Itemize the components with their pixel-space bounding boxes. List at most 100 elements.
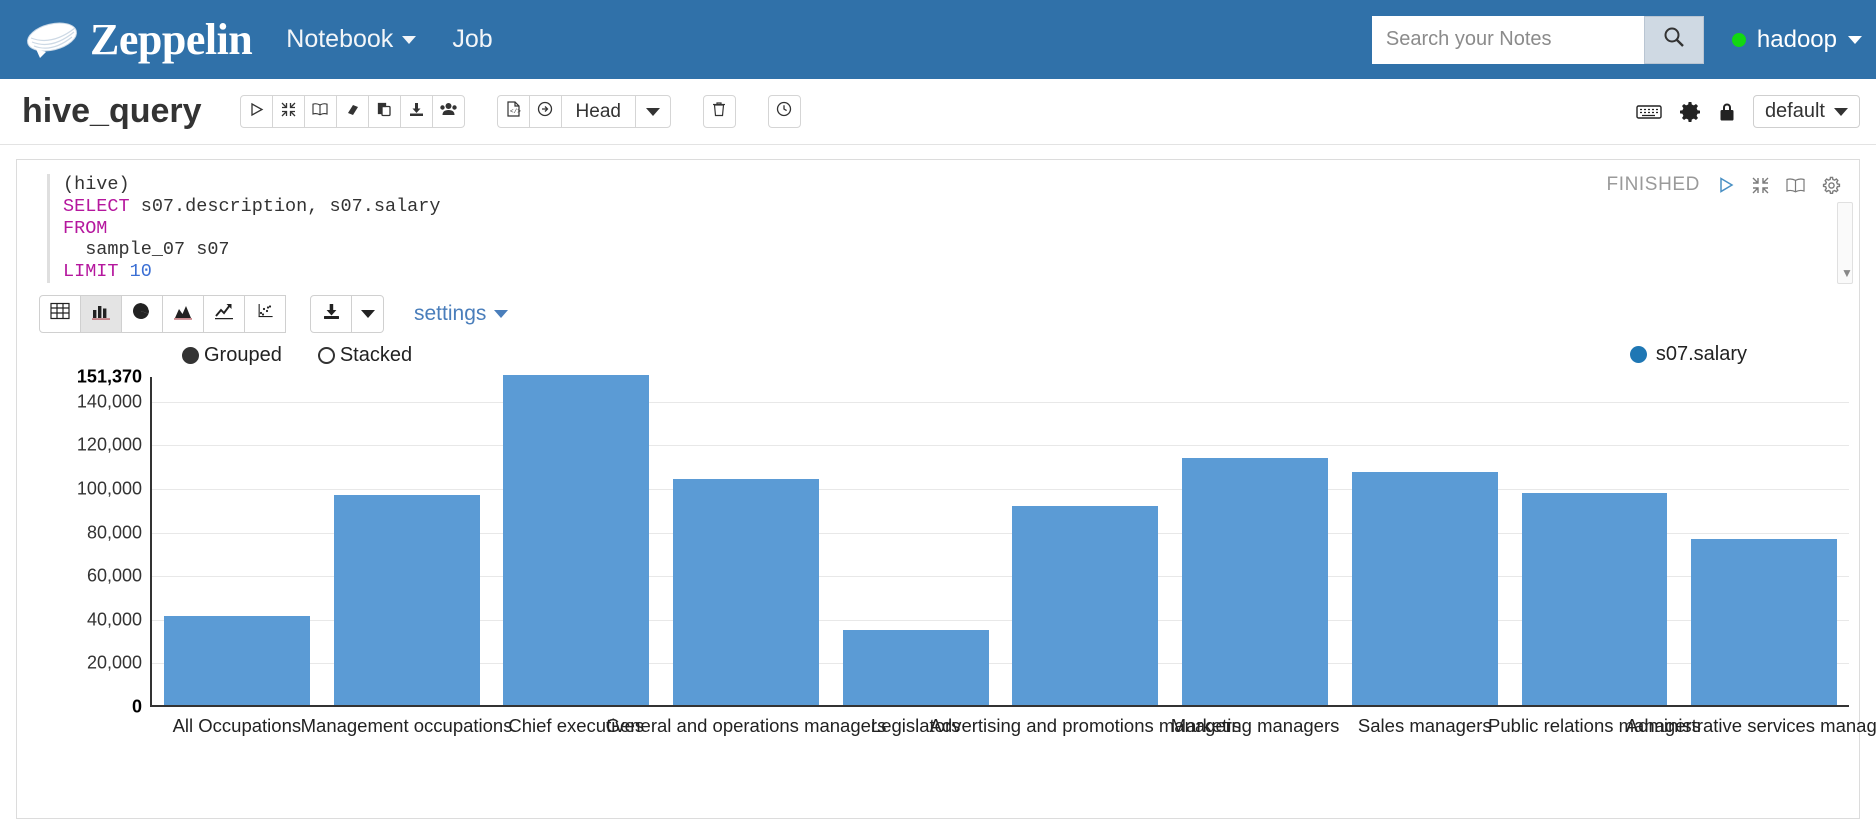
connection-status-dot xyxy=(1732,33,1746,47)
area-chart-icon xyxy=(173,302,193,325)
code-line: sample_07 s07 xyxy=(63,239,1859,261)
bar-slot xyxy=(831,377,1001,705)
page-title[interactable]: hive_query xyxy=(22,92,202,131)
chart-bar[interactable] xyxy=(503,375,649,705)
chart-bar[interactable] xyxy=(673,479,819,705)
chart-bar[interactable] xyxy=(1522,493,1668,705)
bar-chart-viz-button[interactable] xyxy=(80,295,122,333)
chart-bar[interactable] xyxy=(1182,458,1328,705)
line-chart-icon xyxy=(214,302,234,325)
chart-bar[interactable] xyxy=(1352,472,1498,705)
chevron-down-icon xyxy=(1848,36,1862,44)
code-text: (hive)SELECT s07.description, s07.salary… xyxy=(47,174,1859,283)
hide-all-output-button[interactable] xyxy=(272,95,305,128)
interpreter-binding-dropdown[interactable]: default xyxy=(1753,95,1860,128)
x-label-slot: Sales managers xyxy=(1340,713,1510,743)
chart-bar[interactable] xyxy=(1691,539,1837,705)
note-settings-button[interactable] xyxy=(1679,101,1701,123)
chart-bar[interactable] xyxy=(843,630,989,705)
download-data-button[interactable] xyxy=(310,295,352,333)
bar-slot xyxy=(661,377,831,705)
table-viz-button[interactable] xyxy=(39,295,81,333)
export-note-button[interactable] xyxy=(400,95,433,128)
chart-legend: s07.salary xyxy=(1630,343,1747,366)
run-all-paragraphs-button[interactable] xyxy=(240,95,273,128)
chevron-down-icon xyxy=(646,108,660,116)
clone-note-button[interactable] xyxy=(368,95,401,128)
schedule-group xyxy=(768,95,801,128)
user-menu[interactable]: hadoop xyxy=(1732,26,1862,54)
code-editor[interactable]: (hive)SELECT s07.description, s07.salary… xyxy=(17,160,1859,289)
code-token: LIMIT xyxy=(63,261,119,282)
x-axis-tick-label: All Occupations xyxy=(173,715,302,737)
area-chart-viz-button[interactable] xyxy=(162,295,204,333)
paragraph-settings-button[interactable] xyxy=(1822,176,1841,195)
chart-mode-label: Stacked xyxy=(340,344,412,367)
collapse-icon xyxy=(281,102,296,122)
chevron-down-icon xyxy=(494,310,508,318)
clear-all-output-button[interactable] xyxy=(336,95,369,128)
bar-slot xyxy=(1170,377,1340,705)
bar-slot xyxy=(1510,377,1680,705)
scatter-chart-icon xyxy=(255,302,275,325)
nav-item-job[interactable]: Job xyxy=(452,25,492,54)
scroll-down-icon: ▼ xyxy=(1841,266,1853,280)
user-name: hadoop xyxy=(1757,26,1837,54)
show-editor-button[interactable] xyxy=(1786,177,1805,194)
brand-logo-link[interactable]: Zeppelin xyxy=(22,14,252,65)
nav-item-notebook[interactable]: Notebook xyxy=(286,25,416,54)
chart-bar[interactable] xyxy=(334,495,480,705)
note-header-right: default xyxy=(1636,95,1860,128)
x-axis-line xyxy=(150,705,1849,707)
bar-slot xyxy=(152,377,322,705)
chart-settings-toggle[interactable]: settings xyxy=(414,302,508,326)
run-paragraph-button[interactable] xyxy=(1717,176,1735,194)
chart-plot-area: 020,00040,00060,00080,000100,000120,0001… xyxy=(17,377,1859,707)
brand-name: Zeppelin xyxy=(90,14,252,65)
book-icon xyxy=(312,102,328,122)
y-axis-max-label: 151,370 xyxy=(77,366,142,387)
search-input[interactable] xyxy=(1372,16,1644,64)
show-all-code-button[interactable] xyxy=(304,95,337,128)
y-axis-tick-label: 40,000 xyxy=(87,609,142,630)
line-chart-viz-button[interactable] xyxy=(203,295,245,333)
note-header: hive_query xyxy=(0,79,1876,145)
chart-mode-grouped[interactable]: Grouped xyxy=(182,344,282,367)
chart-settings-label: settings xyxy=(414,302,486,326)
visualization-toolbar: settings xyxy=(17,289,1859,333)
hide-output-button[interactable] xyxy=(1752,177,1769,194)
y-axis-labels: 020,00040,00060,00080,000100,000120,0001… xyxy=(17,377,150,707)
delete-note-button[interactable] xyxy=(703,95,736,128)
bar-slot xyxy=(1340,377,1510,705)
chart-mode-stacked[interactable]: Stacked xyxy=(318,344,412,367)
top-navbar: Zeppelin Notebook Job hadoop xyxy=(0,0,1876,79)
schedule-note-button[interactable] xyxy=(768,95,801,128)
table-icon xyxy=(50,302,70,325)
play-icon xyxy=(249,102,264,122)
head-dropdown[interactable]: Head xyxy=(561,95,636,128)
x-axis-tick-label: Management occupations xyxy=(301,715,513,737)
editor-scrollbar[interactable]: ▼ xyxy=(1837,202,1853,284)
x-label-slot: Administrative services managers xyxy=(1679,713,1849,743)
x-axis-labels: All OccupationsManagement occupationsChi… xyxy=(152,713,1849,743)
trash-icon xyxy=(712,101,726,122)
copy-icon xyxy=(377,102,392,122)
x-label-slot: Management occupations xyxy=(322,713,492,743)
radio-icon xyxy=(318,347,335,364)
y-axis-tick-label: 60,000 xyxy=(87,566,142,587)
note-permissions-button[interactable] xyxy=(432,95,465,128)
chart-bar[interactable] xyxy=(1012,506,1158,705)
code-line: SELECT s07.description, s07.salary xyxy=(63,196,1859,218)
download-dropdown-caret[interactable] xyxy=(351,295,384,333)
head-dropdown-caret[interactable] xyxy=(635,95,671,128)
keyboard-shortcuts-button[interactable] xyxy=(1636,103,1662,121)
legend-color-dot xyxy=(1630,346,1647,363)
scatter-chart-viz-button[interactable] xyxy=(244,295,286,333)
pie-chart-viz-button[interactable] xyxy=(121,295,163,333)
note-lock-button[interactable] xyxy=(1718,101,1736,122)
report-view-button[interactable] xyxy=(529,95,562,128)
chart-bar[interactable] xyxy=(164,616,310,705)
search-button[interactable] xyxy=(1644,16,1704,64)
head-dropdown-label: Head xyxy=(576,101,621,123)
code-view-button[interactable]: </> xyxy=(497,95,530,128)
